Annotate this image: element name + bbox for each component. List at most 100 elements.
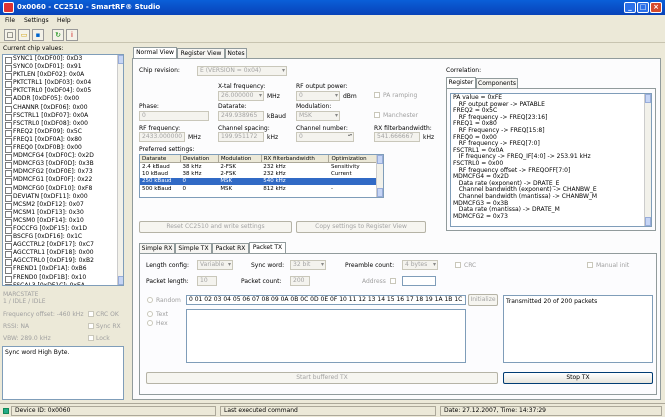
xtal-select[interactable]: 26.000000: [218, 91, 264, 101]
scroll-down-icon[interactable]: [377, 188, 383, 197]
register-row[interactable]: MDMCFG4 [0xDF0C]: 0x2D: [3, 152, 117, 162]
tab-correlation-register[interactable]: Register: [446, 77, 476, 88]
register-list[interactable]: SYNC1 [0xDF00]: 0xD3 SYNC0 [0xDF01]: 0x91…: [2, 54, 124, 286]
register-row[interactable]: FOCCFG [0xDF15]: 0x1D: [3, 225, 117, 235]
datarate-input[interactable]: 249.938965: [218, 111, 264, 121]
register-row[interactable]: PKTLEN [0xDF02]: 0x0A: [3, 71, 117, 81]
register-row[interactable]: AGCCTRL0 [0xDF19]: 0xB2: [3, 257, 117, 267]
preferred-settings-label: Preferred settings:: [139, 146, 195, 153]
info-icon[interactable]: i: [66, 29, 78, 41]
register-row[interactable]: DEVIATN [0xDF11]: 0x00: [3, 193, 117, 202]
register-row[interactable]: CHANNR [0xDF06]: 0x00: [3, 104, 117, 113]
packet-count-input[interactable]: 200: [290, 276, 310, 286]
scroll-up-icon[interactable]: [645, 94, 651, 103]
maximize-button[interactable]: □: [637, 2, 649, 13]
help-text-box: Sync word High Byte.: [2, 346, 124, 400]
register-row[interactable]: FREQ0 [0xDF0B]: 0x00: [3, 144, 117, 154]
register-list-scrollbar[interactable]: [117, 55, 123, 285]
scroll-down-icon[interactable]: [645, 217, 651, 226]
address-input[interactable]: [402, 276, 436, 286]
channel-spacing-input[interactable]: 199.951172: [218, 132, 264, 142]
register-row[interactable]: MCSM1 [0xDF13]: 0x30: [3, 209, 117, 218]
menu-help[interactable]: Help: [57, 17, 71, 24]
random-data-field[interactable]: 0 01 02 03 04 05 06 07 08 09 0A 0B 0C 0D…: [186, 295, 466, 305]
table-row[interactable]: 250 kBaud 0 MSK 540 kHz: [140, 177, 378, 185]
scroll-up-icon[interactable]: [377, 155, 383, 164]
register-row[interactable]: FSCTRL1 [0xDF07]: 0x0A: [3, 112, 117, 121]
packet-data-textarea[interactable]: [186, 309, 466, 363]
scroll-down-icon[interactable]: [118, 276, 123, 285]
register-row[interactable]: FSCTRL0 [0xDF08]: 0x00: [3, 120, 117, 129]
register-row[interactable]: FREQ2 [0xDF09]: 0x5C: [3, 128, 117, 137]
column-header[interactable]: Optimization: [328, 155, 378, 163]
register-row[interactable]: AGCCTRL2 [0xDF17]: 0xC7: [3, 241, 117, 251]
open-folder-icon[interactable]: ▭: [18, 29, 30, 41]
close-button[interactable]: ×: [650, 2, 662, 13]
register-row[interactable]: ADDR [0xDF05]: 0x00: [3, 95, 117, 105]
save-icon[interactable]: ▪: [32, 29, 44, 41]
channel-number-input[interactable]: 0: [296, 132, 354, 142]
phase-input[interactable]: 0: [139, 111, 209, 121]
menu-settings[interactable]: Settings: [24, 17, 49, 24]
tab-normal-view[interactable]: Normal View: [133, 47, 177, 58]
register-row[interactable]: PKTCTRL1 [0xDF03]: 0x04: [3, 79, 117, 89]
menu-file[interactable]: File: [5, 17, 15, 24]
length-config-select[interactable]: Variable: [197, 260, 233, 270]
refresh-icon[interactable]: ↻: [52, 29, 64, 41]
manchester-checkbox[interactable]: [374, 112, 380, 118]
text-radio[interactable]: [147, 311, 153, 317]
minimize-button[interactable]: _: [624, 2, 636, 13]
hex-radio[interactable]: [147, 320, 153, 326]
register-row[interactable]: AGCCTRL1 [0xDF18]: 0x00: [3, 249, 117, 259]
register-row[interactable]: SYNC1 [0xDF00]: 0xD3: [3, 55, 117, 65]
register-row[interactable]: FREQ1 [0xDF0A]: 0x80: [3, 136, 117, 146]
register-row[interactable]: SYNC0 [0xDF01]: 0x91: [3, 63, 117, 73]
correlation-text[interactable]: PA value = 0xFE RF output power -> PATAB…: [450, 93, 652, 227]
register-row[interactable]: FREND0 [0xDF1B]: 0x10: [3, 274, 117, 283]
table-row[interactable]: 10 kBaud 38 kHz 2-FSK 232 kHz Current: [140, 170, 378, 178]
preferred-settings-scrollbar[interactable]: [376, 155, 383, 197]
rf-frequency-input[interactable]: 2433.000000: [139, 132, 185, 142]
register-row[interactable]: MCSM0 [0xDF14]: 0x10: [3, 217, 117, 226]
preferred-settings-table[interactable]: Datarate Deviation Modulation RX filterband…: [139, 154, 384, 198]
sync-word-select[interactable]: 32 bit: [290, 260, 326, 270]
column-header[interactable]: Modulation: [218, 155, 262, 163]
rf-power-select[interactable]: 0: [296, 91, 340, 101]
column-header[interactable]: RX filterbandwidth: [261, 155, 330, 163]
chip-revision-label: Chip revision:: [139, 67, 180, 74]
modulation-select[interactable]: MSK: [296, 111, 340, 121]
stop-tx-button[interactable]: Stop TX: [503, 372, 653, 384]
register-row[interactable]: MCSM2 [0xDF12]: 0x07: [3, 201, 117, 210]
table-row[interactable]: 500 kBaud 0 MSK 812 kHz -: [140, 185, 378, 193]
chip-revision-select[interactable]: E (VERSION = 0x04): [197, 66, 287, 76]
rx-bandwidth-input[interactable]: 541.666667: [374, 132, 420, 142]
register-row[interactable]: FREND1 [0xDF1A]: 0xB6: [3, 265, 117, 275]
initialize-button[interactable]: Initialize: [468, 294, 498, 306]
start-buffered-tx-button[interactable]: Start buffered TX: [146, 372, 498, 384]
address-label: Address: [362, 278, 386, 285]
preamble-count-select[interactable]: 4 bytes: [402, 260, 438, 270]
column-header[interactable]: Datarate: [140, 155, 182, 163]
address-checkbox[interactable]: [390, 278, 396, 284]
register-row[interactable]: MDMCFG0 [0xDF10]: 0xF8: [3, 185, 117, 194]
manual-init-checkbox[interactable]: [587, 262, 593, 268]
copy-settings-button[interactable]: Copy settings to Register View: [296, 221, 426, 233]
register-row[interactable]: BSCFG [0xDF16]: 0x1C: [3, 233, 117, 243]
tx-status-text: Transmitted 20 of 200 packets: [506, 298, 598, 305]
register-row[interactable]: MDMCFG2 [0xDF0E]: 0x73: [3, 168, 117, 178]
register-row[interactable]: MDMCFG1 [0xDF0F]: 0x22: [3, 176, 117, 186]
random-radio[interactable]: [147, 297, 153, 303]
table-row[interactable]: 2.4 kBaud 38 kHz 2-FSK 232 kHz Sensitivity: [140, 163, 378, 171]
register-row[interactable]: MDMCFG3 [0xDF0D]: 0x3B: [3, 160, 117, 170]
register-row[interactable]: PKTCTRL0 [0xDF04]: 0x05: [3, 87, 117, 97]
scroll-up-icon[interactable]: [118, 55, 123, 64]
reset-and-write-button[interactable]: Reset CC2510 and write settings: [139, 221, 292, 233]
crc-checkbox[interactable]: [455, 262, 461, 268]
correlation-scrollbar[interactable]: [644, 94, 651, 226]
column-header[interactable]: Deviation: [180, 155, 219, 163]
packet-length-input[interactable]: 10: [197, 276, 217, 286]
tab-packet-tx[interactable]: Packet TX: [249, 242, 286, 253]
register-row[interactable]: FSCAL3 [0xDF1C]: 0xEA: [3, 282, 117, 285]
new-file-icon[interactable]: □: [4, 29, 16, 41]
pa-ramping-checkbox[interactable]: [374, 92, 380, 98]
